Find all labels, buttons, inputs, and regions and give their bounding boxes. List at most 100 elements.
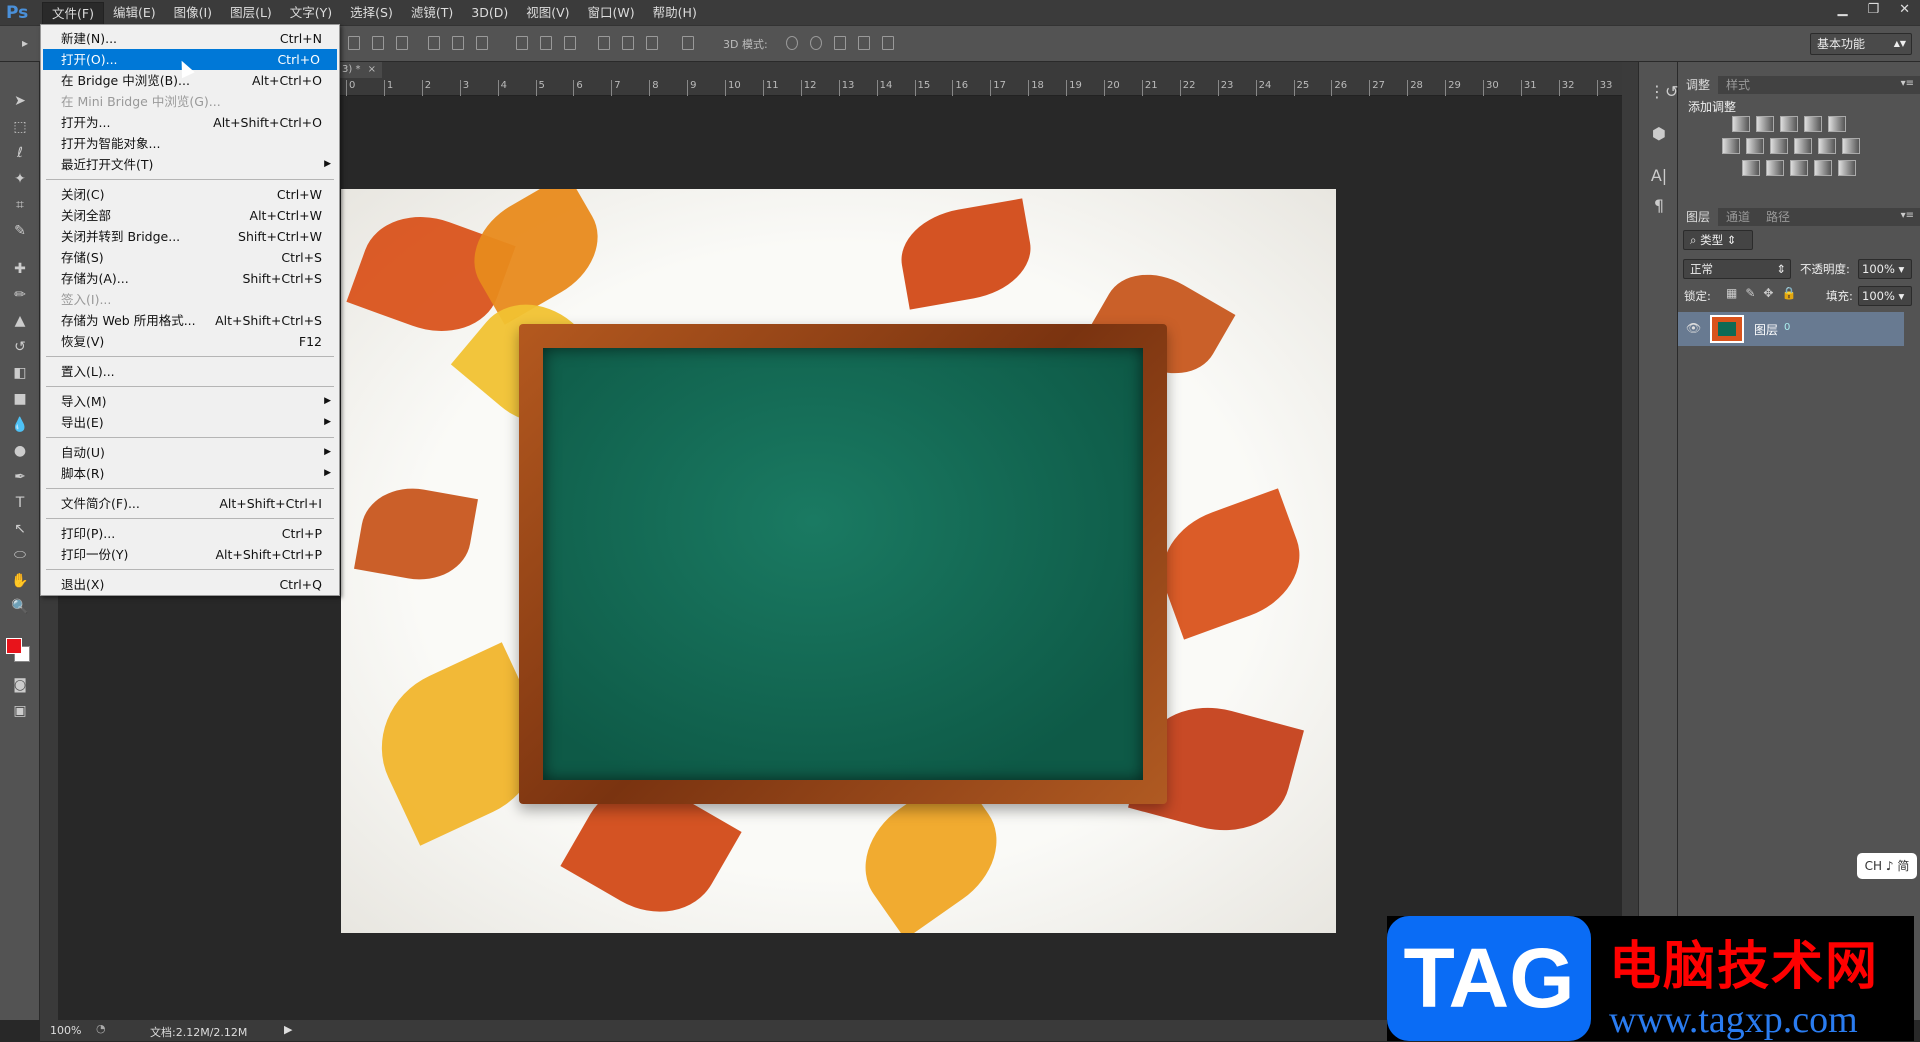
adjustment-icon[interactable]: [1732, 116, 1750, 132]
file-menu-item[interactable]: 导入(M) ▶: [41, 391, 339, 412]
zoom-level[interactable]: 100%: [50, 1024, 81, 1037]
ime-indicator[interactable]: CH ♪ 简: [1857, 853, 1917, 879]
3d-pan-icon[interactable]: [834, 36, 846, 50]
align-distribute-icon[interactable]: [540, 36, 552, 50]
menu-10[interactable]: 帮助(H): [644, 2, 706, 24]
adjustment-icon[interactable]: [1742, 160, 1760, 176]
adjustment-icon[interactable]: [1838, 160, 1856, 176]
adjustment-icon[interactable]: [1746, 138, 1764, 154]
character-panel-icon[interactable]: A|: [1649, 166, 1669, 186]
adjustment-icon[interactable]: [1780, 116, 1798, 132]
tab-paths[interactable]: 路径: [1758, 208, 1798, 226]
file-menu-item[interactable]: 打印(P)... Ctrl+P: [41, 523, 339, 544]
panel-menu-icon[interactable]: ▾≡: [1901, 78, 1914, 89]
file-menu-item[interactable]: 自动(U) ▶: [41, 442, 339, 463]
document-tab[interactable]: 3) * ×: [340, 62, 382, 78]
file-menu-item[interactable]: 最近打开文件(T) ▶: [41, 154, 339, 175]
gradient-tool-icon[interactable]: ■: [8, 388, 32, 410]
align-distribute-icon[interactable]: [564, 36, 576, 50]
menu-8[interactable]: 视图(V): [517, 2, 578, 24]
minimize-button[interactable]: ▁: [1837, 2, 1847, 17]
menu-2[interactable]: 图像(I): [165, 2, 221, 24]
close-button[interactable]: ✕: [1899, 2, 1910, 17]
vertical-scrollbar[interactable]: [1622, 62, 1638, 1020]
menu-4[interactable]: 文字(Y): [281, 2, 341, 24]
status-icon[interactable]: ◔: [96, 1022, 106, 1035]
menu-9[interactable]: 窗口(W): [579, 2, 644, 24]
layer-filter-select[interactable]: ⌕ 类型 ⇕: [1683, 230, 1753, 250]
blur-tool-icon[interactable]: 💧: [8, 414, 32, 436]
adjustment-icon[interactable]: [1818, 138, 1836, 154]
opacity-input[interactable]: 100% ▾: [1858, 259, 1912, 279]
move-tool-icon[interactable]: ▸: [22, 36, 34, 50]
status-menu-arrow-icon[interactable]: ▶: [284, 1023, 292, 1036]
file-menu-item[interactable]: 关闭(C) Ctrl+W: [41, 184, 339, 205]
file-menu-item[interactable]: 打开为智能对象...: [41, 133, 339, 154]
adjustment-icon[interactable]: [1790, 160, 1808, 176]
hand-tool-icon[interactable]: ✋: [8, 570, 32, 592]
file-menu-item[interactable]: 关闭并转到 Bridge... Shift+Ctrl+W: [41, 226, 339, 247]
file-menu-item[interactable]: 存储(S) Ctrl+S: [41, 247, 339, 268]
visibility-eye-icon[interactable]: 👁: [1686, 321, 1701, 335]
adjustment-icon[interactable]: [1756, 116, 1774, 132]
file-menu-item[interactable]: 存储为 Web 所用格式... Alt+Shift+Ctrl+S: [41, 310, 339, 331]
tab-adjustments[interactable]: 调整: [1678, 76, 1719, 94]
tab-layers[interactable]: 图层: [1678, 208, 1719, 226]
align-distribute-icon[interactable]: [396, 36, 408, 50]
layer-row[interactable]: 👁 图层 0: [1678, 312, 1904, 346]
adjustment-icon[interactable]: [1804, 116, 1822, 132]
ellipse-tool-icon[interactable]: ⬭: [8, 544, 32, 566]
align-distribute-icon[interactable]: [682, 36, 694, 50]
workspace-select[interactable]: 基本功能 ▲▼: [1810, 33, 1912, 55]
file-menu-item[interactable]: 新建(N)... Ctrl+N: [41, 28, 339, 49]
adjustment-icon[interactable]: [1766, 160, 1784, 176]
blend-mode-select[interactable]: 正常 ⇕: [1683, 259, 1791, 279]
3d-rotate-icon[interactable]: [786, 36, 798, 50]
lock-icons[interactable]: ▦✎✥🔒: [1726, 286, 1804, 300]
zoom-tool-icon[interactable]: 🔍: [8, 596, 32, 618]
restore-button[interactable]: ❐: [1867, 2, 1879, 17]
adjustment-icon[interactable]: [1770, 138, 1788, 154]
align-distribute-icon[interactable]: [372, 36, 384, 50]
tab-channels[interactable]: 通道: [1718, 208, 1758, 226]
align-distribute-icon[interactable]: [516, 36, 528, 50]
file-menu-item[interactable]: 置入(L)...: [41, 361, 339, 382]
file-menu-item[interactable]: 打开为... Alt+Shift+Ctrl+O: [41, 112, 339, 133]
file-menu-item[interactable]: 退出(X) Ctrl+Q: [41, 574, 339, 595]
eraser-tool-icon[interactable]: ◧: [8, 362, 32, 384]
3d-scale-icon[interactable]: [882, 36, 894, 50]
fill-input[interactable]: 100% ▾: [1858, 286, 1912, 306]
adjustment-icon[interactable]: [1794, 138, 1812, 154]
panel-menu-icon[interactable]: ▾≡: [1901, 210, 1914, 221]
screen-mode-icon[interactable]: ▣: [8, 700, 32, 722]
move-tool-icon[interactable]: ➤: [8, 90, 32, 112]
eyedropper-icon[interactable]: ✎: [8, 220, 32, 242]
3d-slide-icon[interactable]: [858, 36, 870, 50]
adjustment-icon[interactable]: [1828, 116, 1846, 132]
align-distribute-icon[interactable]: [428, 36, 440, 50]
align-distribute-icon[interactable]: [622, 36, 634, 50]
menu-6[interactable]: 滤镜(T): [402, 2, 462, 24]
pen-tool-icon[interactable]: ✒: [8, 466, 32, 488]
crop-tool-icon[interactable]: ⌗: [8, 194, 32, 216]
path-select-icon[interactable]: ↖: [8, 518, 32, 540]
3d-panel-icon[interactable]: ⬢: [1649, 124, 1669, 144]
align-distribute-icon[interactable]: [452, 36, 464, 50]
magic-wand-icon[interactable]: ✦: [8, 168, 32, 190]
menu-7[interactable]: 3D(D): [462, 2, 517, 24]
foreground-color-swatch[interactable]: [6, 638, 22, 654]
3d-roll-icon[interactable]: [810, 36, 822, 50]
type-tool-icon[interactable]: T: [8, 492, 32, 514]
file-menu-item[interactable]: 关闭全部 Alt+Ctrl+W: [41, 205, 339, 226]
file-menu-item[interactable]: 存储为(A)... Shift+Ctrl+S: [41, 268, 339, 289]
file-menu-item[interactable]: 打印一份(Y) Alt+Shift+Ctrl+P: [41, 544, 339, 565]
align-distribute-icon[interactable]: [348, 36, 360, 50]
stamp-tool-icon[interactable]: ▲: [8, 310, 32, 332]
menu-1[interactable]: 编辑(E): [104, 2, 165, 24]
file-menu-item[interactable]: 导出(E) ▶: [41, 412, 339, 433]
menu-5[interactable]: 选择(S): [341, 2, 402, 24]
align-distribute-icon[interactable]: [646, 36, 658, 50]
canvas-image-autumn-chalkboard[interactable]: [341, 189, 1336, 933]
adjustment-icon[interactable]: [1722, 138, 1740, 154]
align-distribute-icon[interactable]: [598, 36, 610, 50]
